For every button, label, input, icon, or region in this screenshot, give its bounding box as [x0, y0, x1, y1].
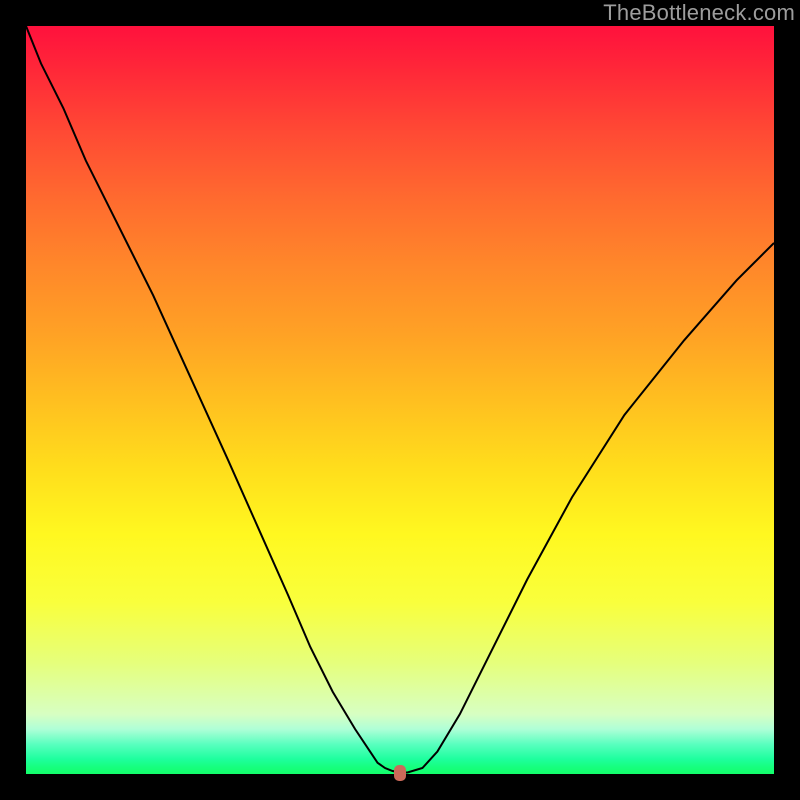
curve-path	[26, 26, 774, 773]
optimal-point-marker	[394, 765, 406, 781]
plot-area	[26, 26, 774, 774]
bottleneck-curve	[26, 26, 774, 774]
chart-frame: TheBottleneck.com	[0, 0, 800, 800]
watermark-text: TheBottleneck.com	[603, 0, 795, 26]
